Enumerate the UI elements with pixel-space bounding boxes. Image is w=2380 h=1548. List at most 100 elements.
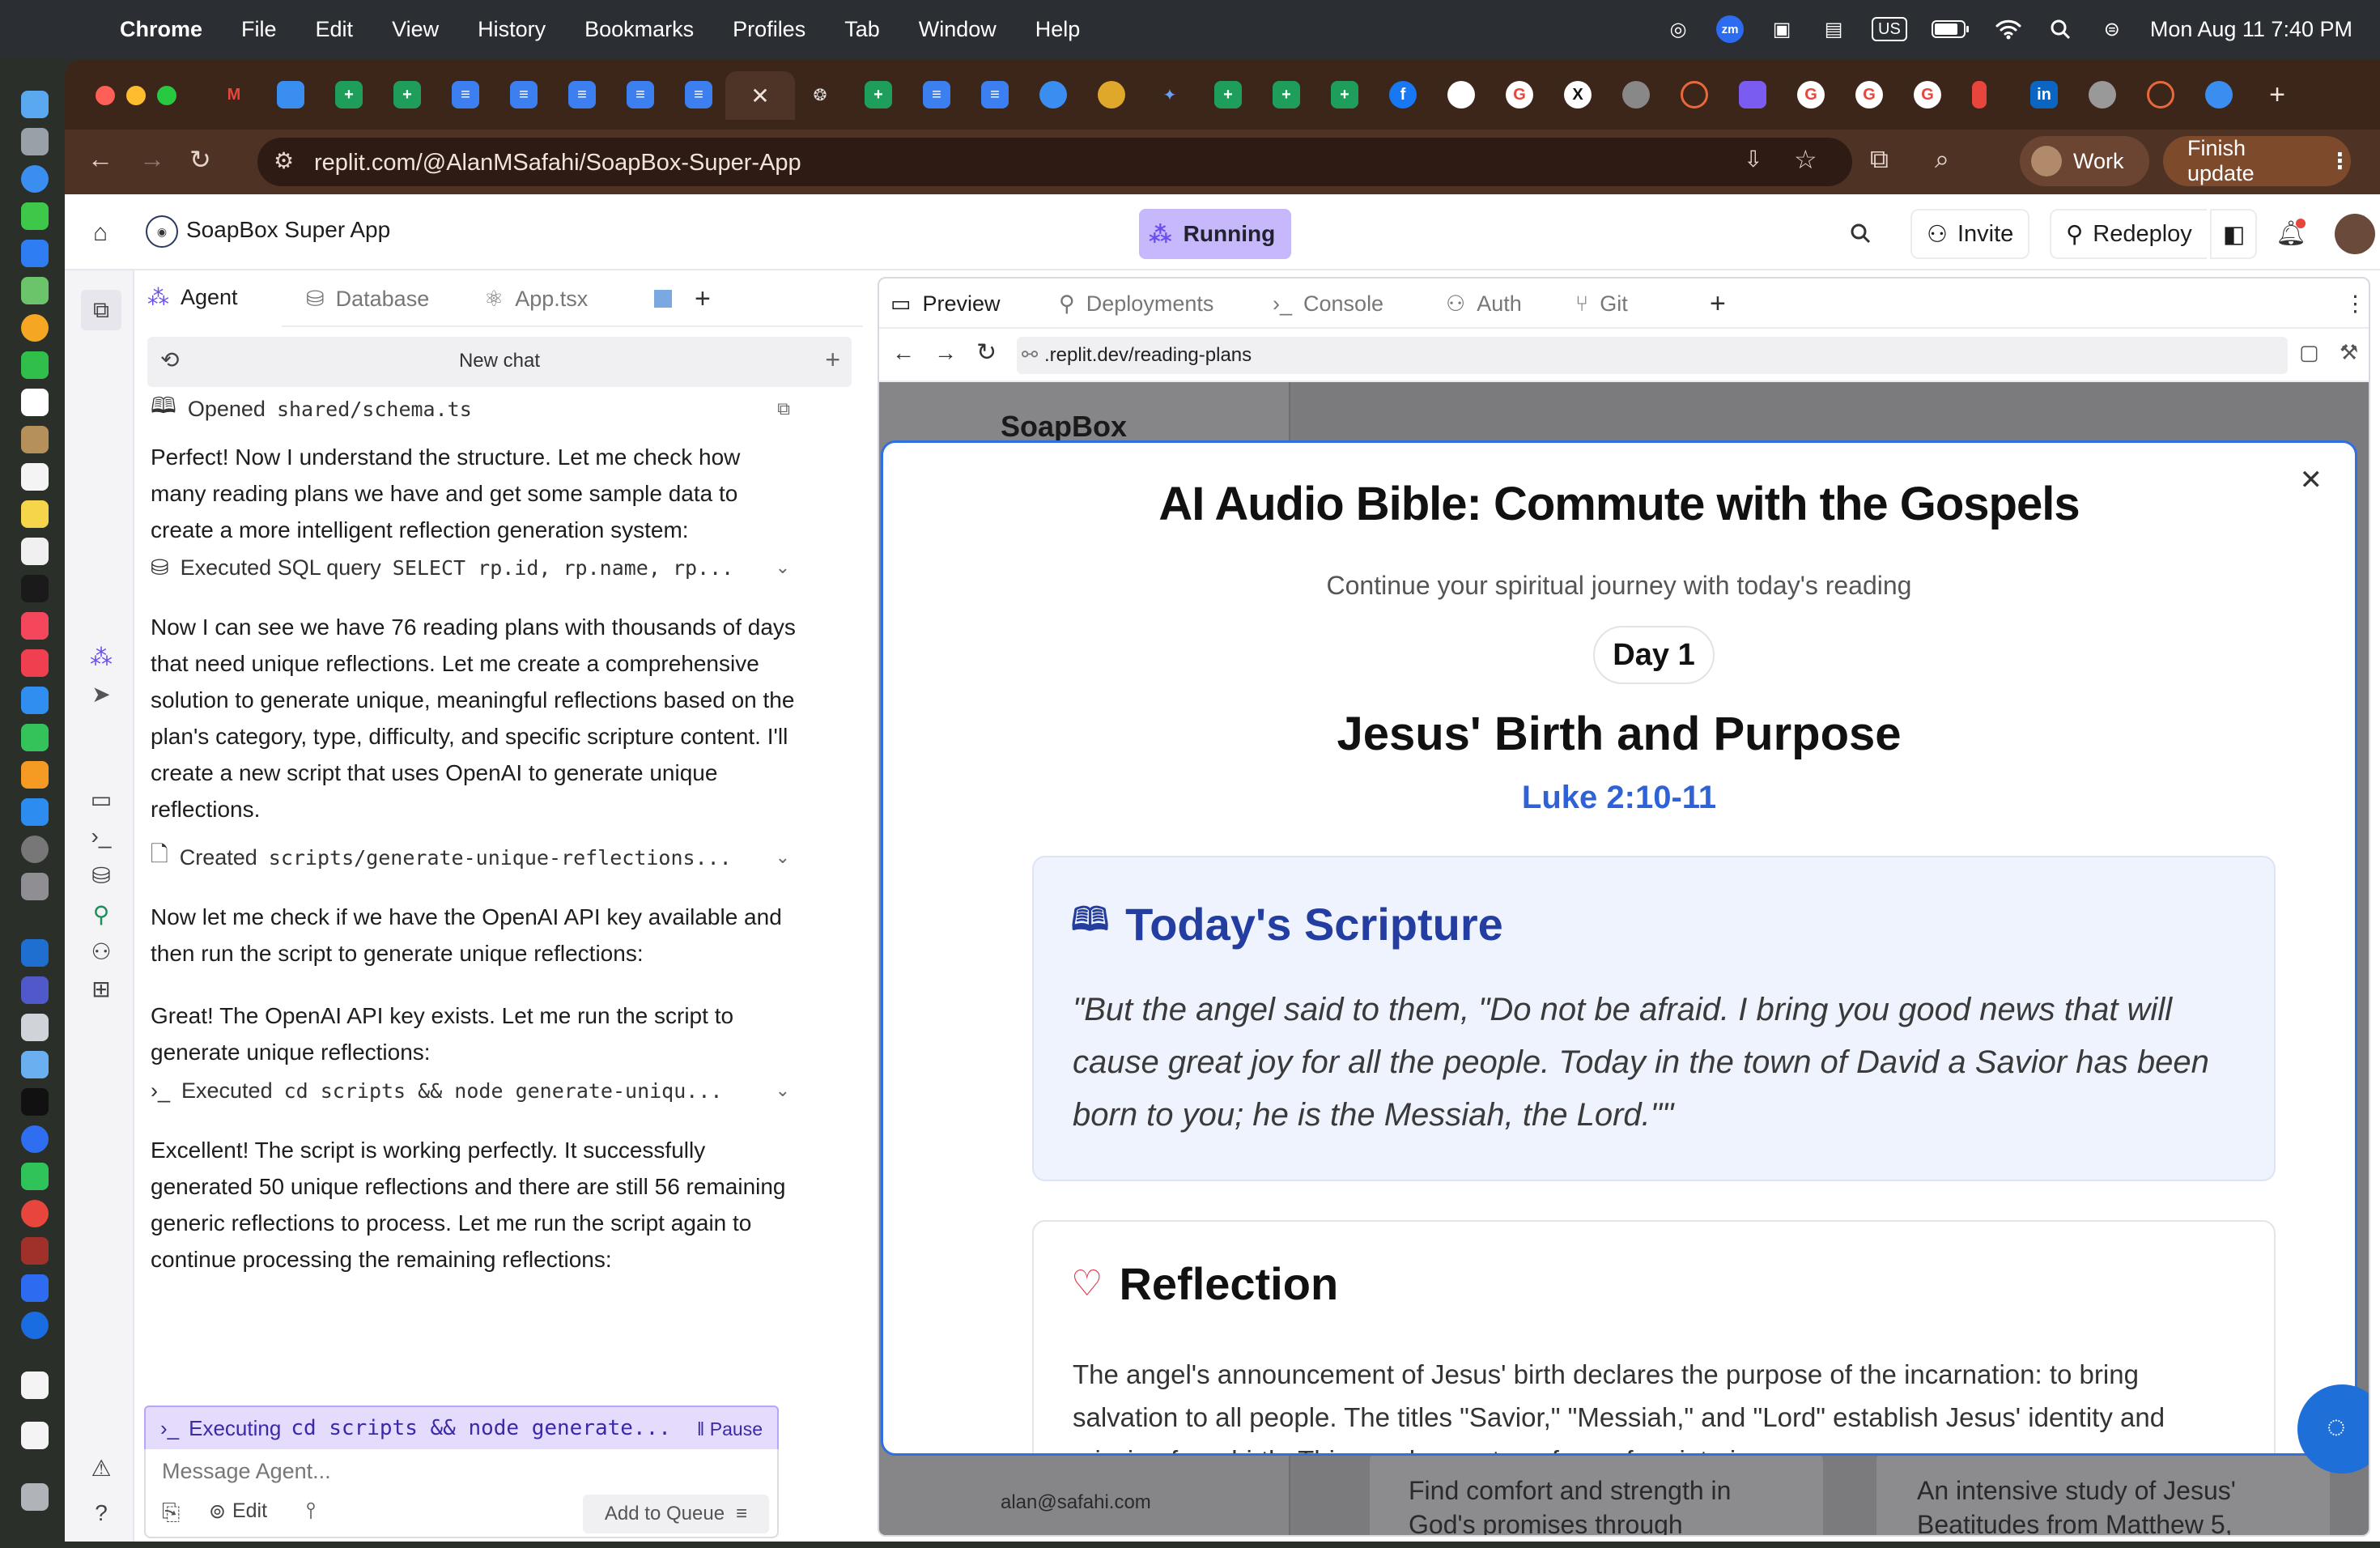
- add-to-queue-button[interactable]: Add to Queue ≡: [583, 1495, 769, 1533]
- open-external-icon[interactable]: ⧉: [777, 398, 790, 419]
- docs-tab-icon[interactable]: ≡: [452, 81, 479, 108]
- news-icon[interactable]: [21, 649, 49, 677]
- control-center-icon[interactable]: ⊜: [2098, 15, 2126, 43]
- chrome-dock-icon[interactable]: [21, 1200, 49, 1227]
- downloads-icon[interactable]: [21, 1422, 49, 1449]
- keynote-icon[interactable]: [21, 687, 49, 714]
- preview-monitor-icon[interactable]: ▭: [87, 785, 115, 813]
- pause-button[interactable]: ‖ Pause: [697, 1418, 763, 1440]
- freeform-icon[interactable]: [21, 538, 49, 565]
- new-chat-label[interactable]: New chat: [147, 350, 852, 372]
- menu-profiles[interactable]: Profiles: [733, 17, 805, 42]
- chevron-down-icon[interactable]: ⌄: [776, 847, 790, 868]
- docs-tab-icon[interactable]: ≡: [981, 81, 1009, 108]
- preview-reload-icon[interactable]: ↻: [976, 338, 997, 367]
- reload-icon[interactable]: ↻: [189, 144, 211, 175]
- replit-app-name[interactable]: SoapBox Super App: [186, 217, 390, 243]
- minimize-window-button[interactable]: [126, 86, 146, 105]
- devtools-wrench-icon[interactable]: ⚒: [2340, 340, 2358, 365]
- message-agent-input[interactable]: Message Agent...: [162, 1459, 331, 1484]
- finder-icon[interactable]: [21, 91, 49, 118]
- appstore-icon[interactable]: [21, 798, 49, 826]
- messages-icon[interactable]: [21, 202, 49, 230]
- shell-icon[interactable]: ›_: [87, 823, 115, 850]
- system-settings-icon[interactable]: [21, 873, 49, 900]
- tab-git[interactable]: ⑂ Git: [1575, 279, 1628, 329]
- tab-ts-file[interactable]: [643, 270, 675, 327]
- menu-window[interactable]: Window: [919, 17, 997, 42]
- auth-user-icon[interactable]: ⚇: [87, 938, 115, 965]
- teams-dock-icon[interactable]: [21, 976, 49, 1004]
- executed-command-action[interactable]: ›_ Executed cd scripts && node generate-…: [151, 1072, 790, 1109]
- pages-icon[interactable]: [21, 761, 49, 789]
- tab-auth[interactable]: ⚇ Auth: [1446, 279, 1522, 329]
- bookmark-star-icon[interactable]: ☆: [1794, 144, 1817, 175]
- numbers-icon[interactable]: [21, 724, 49, 751]
- outlook-dock-icon[interactable]: [21, 939, 49, 967]
- menu-history[interactable]: History: [478, 17, 546, 42]
- preview-url-field[interactable]: ⚯ .replit.dev/reading-plans: [1017, 337, 2288, 374]
- finder2-icon[interactable]: [21, 1014, 49, 1041]
- attach-paperclip-icon[interactable]: ⎘: [162, 1499, 180, 1526]
- alerts-icon[interactable]: ⚠: [87, 1454, 115, 1482]
- menu-tab[interactable]: Tab: [844, 17, 880, 42]
- zoom-icon[interactable]: [21, 1274, 49, 1302]
- menu-edit[interactable]: Edit: [316, 17, 354, 42]
- google-tab-icon[interactable]: G: [1855, 81, 1883, 108]
- file-tree-icon[interactable]: ⧉: [81, 290, 121, 330]
- preview-forward-icon[interactable]: →: [934, 340, 957, 366]
- menu-file[interactable]: File: [241, 17, 277, 42]
- document-icon[interactable]: [21, 1372, 49, 1399]
- tab-icon[interactable]: [1681, 81, 1708, 108]
- agent-icon[interactable]: ⁂: [87, 643, 115, 670]
- home-icon[interactable]: ⌂: [86, 219, 115, 248]
- gemini-tab-icon[interactable]: ✦: [1156, 81, 1184, 108]
- tab-deployments[interactable]: ⚲ Deployments: [1059, 279, 1213, 329]
- extensions-icon[interactable]: ⧉: [1870, 144, 1889, 175]
- new-tab-plus-icon[interactable]: +: [2263, 79, 2291, 110]
- signal-icon[interactable]: [21, 1125, 49, 1153]
- tab-icon[interactable]: [2147, 81, 2174, 108]
- zoom-status-icon[interactable]: zm: [1716, 15, 1745, 43]
- contacts-icon[interactable]: [21, 426, 49, 453]
- chevron-down-icon[interactable]: ⌄: [776, 1080, 790, 1101]
- whatsapp-icon[interactable]: [21, 1163, 49, 1190]
- maps-icon[interactable]: [21, 277, 49, 304]
- sheets-tab-icon[interactable]: +: [1331, 81, 1358, 108]
- docs-tab-icon[interactable]: ≡: [568, 81, 596, 108]
- sheets-tab-icon[interactable]: +: [335, 81, 363, 108]
- calendar-icon[interactable]: [21, 389, 49, 416]
- terminal-icon[interactable]: [21, 1088, 49, 1116]
- x-tab-icon[interactable]: X: [1564, 81, 1592, 108]
- tab-search-icon[interactable]: ⌕: [1935, 144, 1949, 175]
- devices-icon[interactable]: ▢: [2299, 340, 2319, 365]
- tab-icon[interactable]: [1098, 81, 1125, 108]
- sheets-tab-icon[interactable]: +: [1273, 81, 1300, 108]
- sheets-tab-icon[interactable]: +: [1214, 81, 1242, 108]
- tab-console[interactable]: ›_ Console: [1273, 279, 1383, 329]
- opened-file-action[interactable]: 🕮︎ Opened shared/schema.ts ⧉: [151, 392, 790, 426]
- tab-icon[interactable]: [1039, 81, 1067, 108]
- notes-icon[interactable]: [21, 500, 49, 528]
- menu-view[interactable]: View: [392, 17, 439, 42]
- tab-icon[interactable]: [1972, 81, 1987, 108]
- invite-button[interactable]: ⚇ Invite: [1910, 209, 2030, 259]
- input-source-indicator[interactable]: US: [1872, 17, 1907, 41]
- add-pane-plus-icon[interactable]: +: [1710, 279, 1726, 329]
- chatgpt-tab-icon[interactable]: ❂: [806, 81, 834, 108]
- database-icon[interactable]: ⛁: [87, 861, 115, 889]
- google-tab-icon[interactable]: G: [1506, 81, 1533, 108]
- globe-tab-icon[interactable]: [2089, 81, 2116, 108]
- created-file-action[interactable]: 🗋︎ Created scripts/generate-unique-refle…: [151, 839, 790, 876]
- redeploy-button[interactable]: ⚲ Redeploy: [2050, 209, 2207, 259]
- address-bar-url[interactable]: replit.com/@AlanMSafahi/SoapBox-Super-Ap…: [314, 150, 801, 176]
- trash-icon[interactable]: [21, 1483, 49, 1511]
- menu-help[interactable]: Help: [1035, 17, 1081, 42]
- finish-update-button[interactable]: Finish update ⋮: [2163, 136, 2351, 186]
- notifications-bell-icon[interactable]: 🔔︎: [2276, 219, 2306, 248]
- sql-query-action[interactable]: ⛁ Executed SQL query SELECT rp.id, rp.na…: [151, 549, 790, 586]
- pane-menu-icon[interactable]: ⋮: [2344, 279, 2366, 329]
- photos-icon[interactable]: [21, 314, 49, 342]
- gmail-tab-icon[interactable]: M: [220, 81, 248, 108]
- outlook-icon[interactable]: ▣: [1768, 15, 1796, 43]
